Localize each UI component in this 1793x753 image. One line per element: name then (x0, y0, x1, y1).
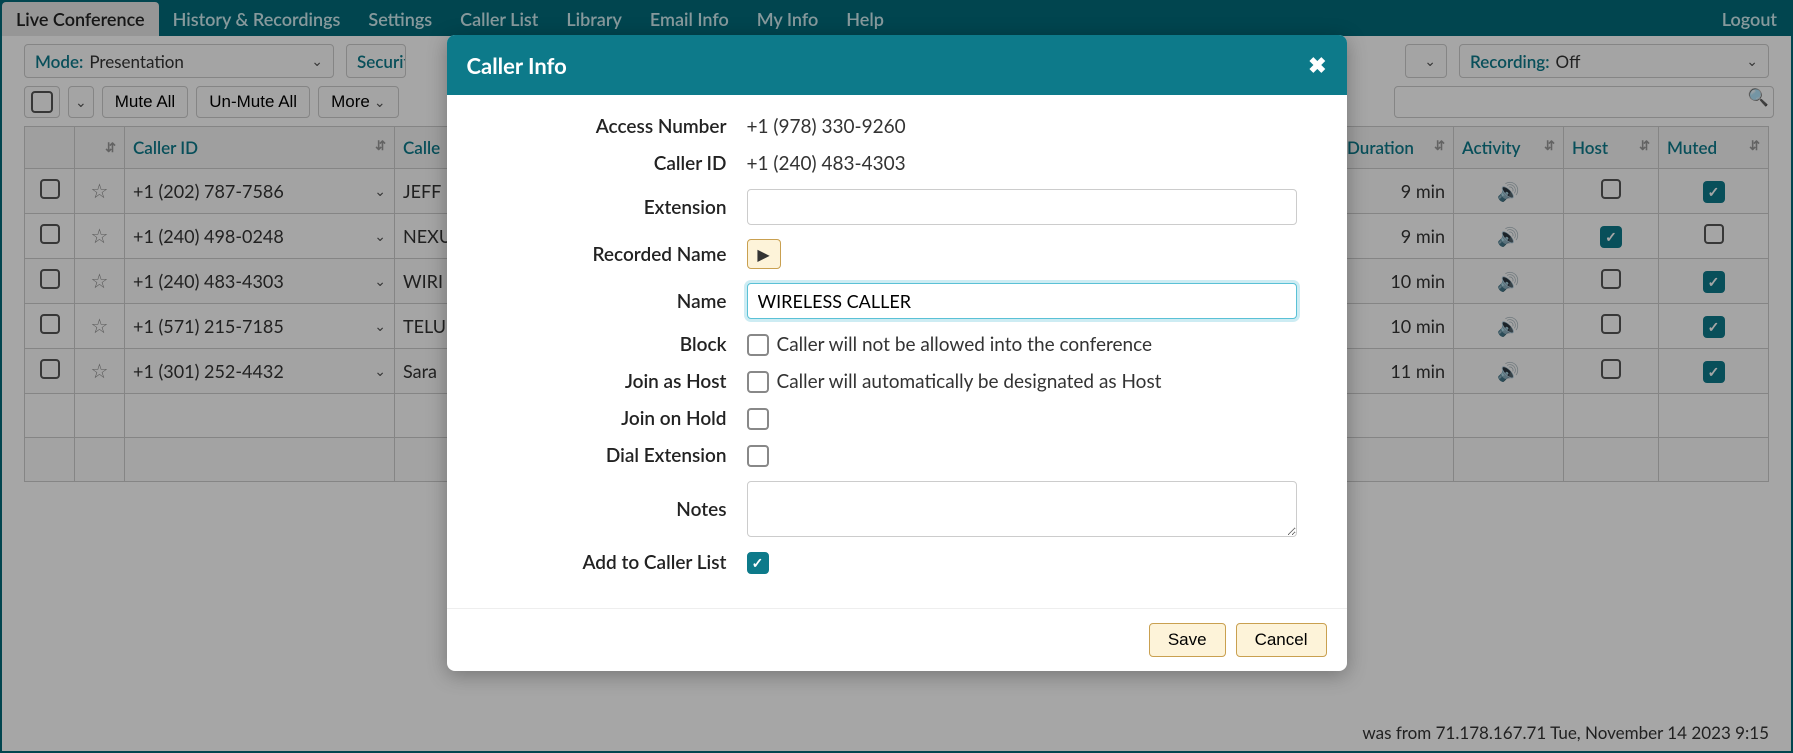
block-checkbox[interactable] (747, 334, 769, 356)
join-host-description: Caller will automatically be designated … (777, 370, 1162, 393)
join-host-label: Join as Host (477, 370, 727, 393)
add-list-label: Add to Caller List (477, 551, 727, 574)
extension-field[interactable] (747, 189, 1297, 225)
modal-header: Caller Info ✖ (447, 35, 1347, 95)
caller-info-modal: Caller Info ✖ Access Number +1 (978) 330… (447, 35, 1347, 671)
modal-overlay: Caller Info ✖ Access Number +1 (978) 330… (0, 0, 1793, 753)
join-hold-label: Join on Hold (477, 407, 727, 430)
notes-field[interactable] (747, 481, 1297, 537)
block-description: Caller will not be allowed into the conf… (777, 333, 1153, 356)
notes-label: Notes (477, 498, 727, 521)
cancel-button[interactable]: Cancel (1236, 623, 1327, 657)
join-hold-checkbox[interactable] (747, 408, 769, 430)
play-recorded-name-button[interactable]: ▶ (747, 239, 781, 269)
name-field[interactable] (747, 283, 1297, 319)
save-button[interactable]: Save (1149, 623, 1226, 657)
block-label: Block (477, 333, 727, 356)
name-label: Name (477, 290, 727, 313)
join-host-checkbox[interactable] (747, 371, 769, 393)
recorded-name-label: Recorded Name (477, 243, 727, 266)
access-number-label: Access Number (477, 115, 727, 138)
modal-title: Caller Info (467, 52, 567, 79)
close-icon[interactable]: ✖ (1308, 51, 1326, 79)
access-number-value: +1 (978) 330-9260 (747, 115, 1317, 138)
add-list-checkbox[interactable]: ✓ (747, 552, 769, 574)
dial-ext-checkbox[interactable] (747, 445, 769, 467)
caller-id-label: Caller ID (477, 152, 727, 175)
extension-label: Extension (477, 196, 727, 219)
dial-ext-label: Dial Extension (477, 444, 727, 467)
caller-id-value: +1 (240) 483-4303 (747, 152, 1317, 175)
